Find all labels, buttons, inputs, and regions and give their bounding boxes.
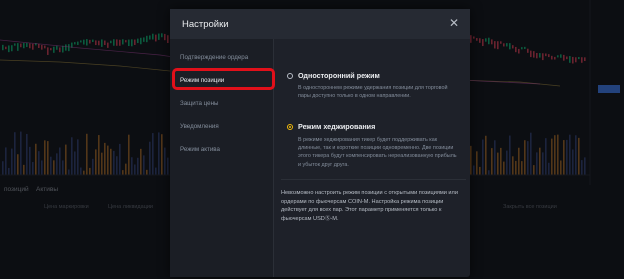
sidebar-item-order-confirmation[interactable]: Подтверждение ордера xyxy=(180,54,248,61)
hedge-mode-radio[interactable] xyxy=(287,124,293,130)
sidebar-item-asset-mode[interactable]: Режим актива xyxy=(180,146,220,153)
one-way-mode-desc: В одностороннем режиме удержания позиции… xyxy=(298,85,448,100)
sidebar-item-notifications[interactable]: Уведомления xyxy=(180,123,219,130)
divider xyxy=(281,179,466,180)
settings-sidebar: Подтверждение ордера Режим позиции Защит… xyxy=(170,39,275,277)
modal-header: Настройки ✕ xyxy=(170,9,470,39)
position-mode-note: Невозможно настроить режим позиции с отк… xyxy=(281,190,458,222)
sidebar-item-price-protection[interactable]: Защита цены xyxy=(180,100,218,107)
one-way-mode-radio[interactable] xyxy=(287,73,293,79)
modal-title: Настройки xyxy=(182,19,229,30)
hedge-mode-title[interactable]: Режим хеджирования xyxy=(298,122,375,131)
settings-modal: Настройки ✕ Подтверждение ордера Режим п… xyxy=(170,9,470,277)
position-mode-panel: Односторонний режим В одностороннем режи… xyxy=(281,39,466,277)
close-icon[interactable]: ✕ xyxy=(448,16,460,30)
active-item-highlight xyxy=(172,68,275,90)
hedge-mode-desc: В режиме хеджирования тикер будет поддер… xyxy=(298,137,457,168)
one-way-mode-title[interactable]: Односторонний режим xyxy=(298,71,380,80)
